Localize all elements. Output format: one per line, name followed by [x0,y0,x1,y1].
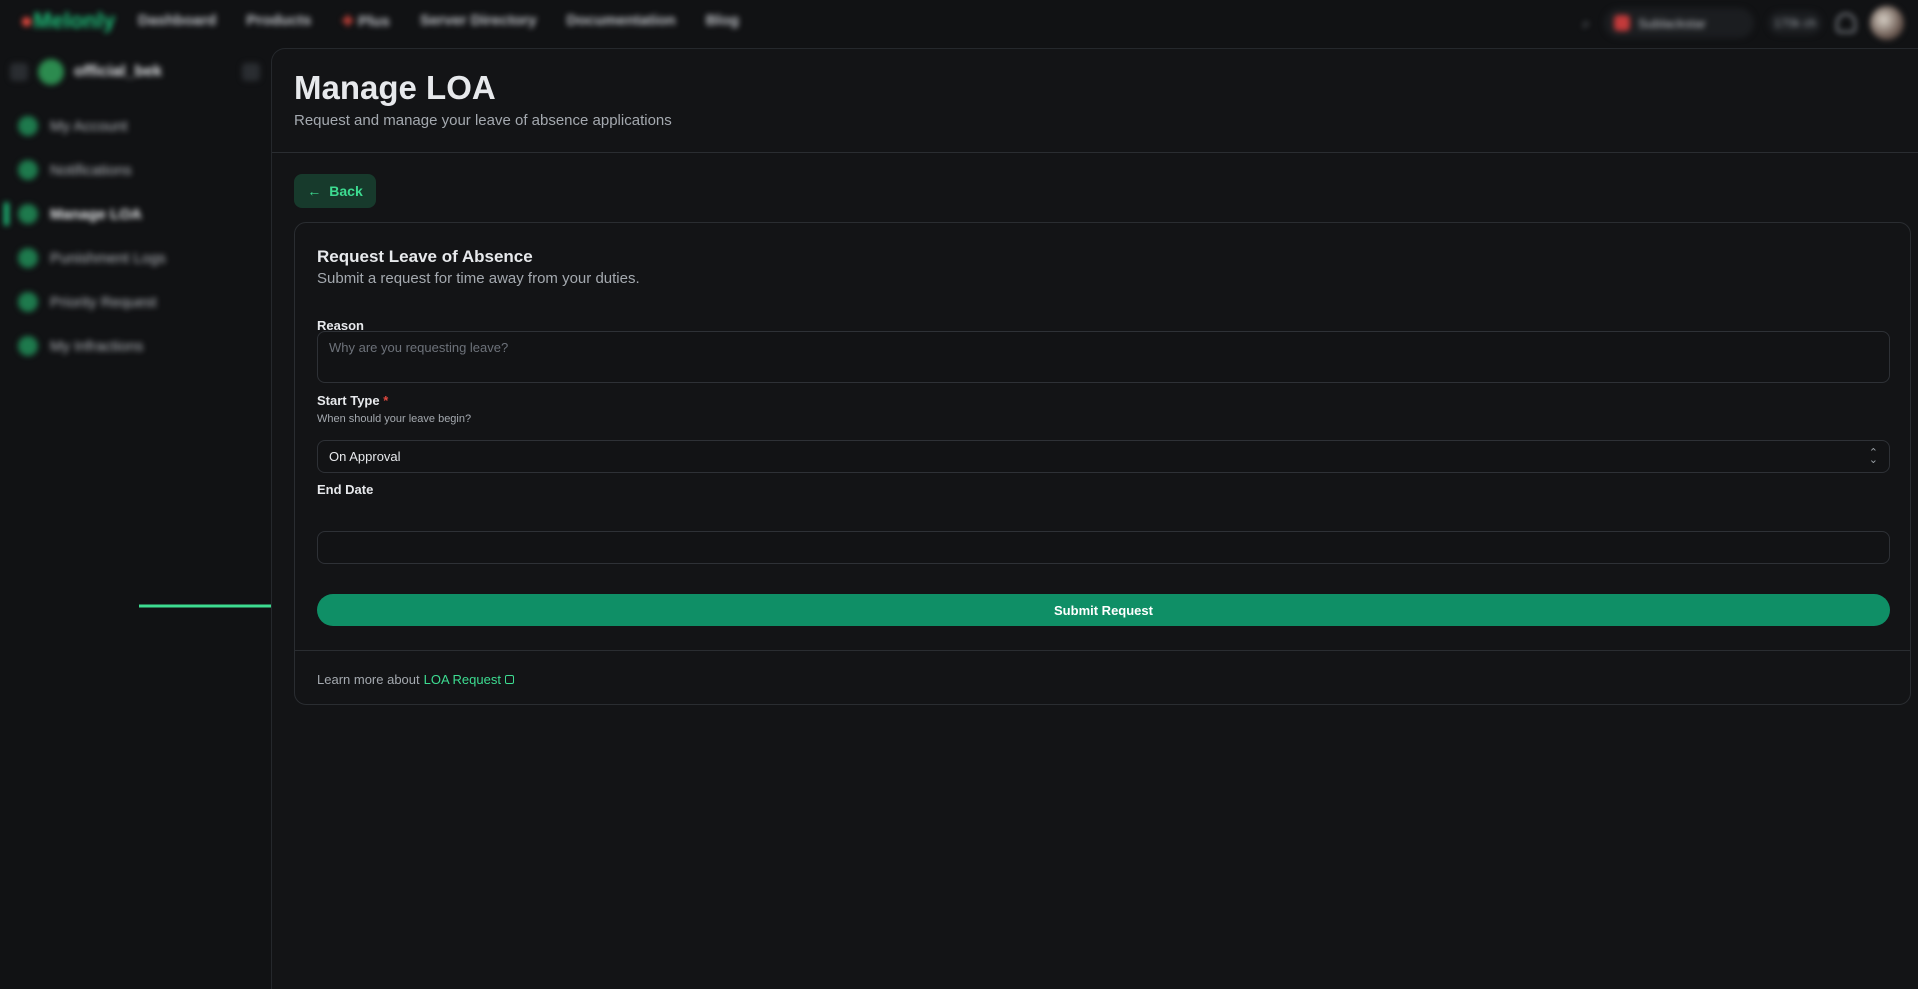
workspace-header[interactable]: official_bek [10,54,260,90]
loa-request-link[interactable]: LOA Request [424,672,514,687]
status-pill[interactable]: 170k ch [1768,11,1822,35]
nav-item-blog[interactable]: Blog [706,12,739,30]
start-type-select[interactable]: On Approval ⌃ ⌄ [317,440,1890,473]
start-type-label: Start Type * [317,393,389,408]
top-nav-items: Dashboard Products ✚ Plus Server Directo… [138,12,739,30]
sidebar-item-priority-request[interactable]: Priority Request [0,280,270,324]
warning-icon [18,336,38,356]
top-navigation: ●Melonly Dashboard Products ✚ Plus Serve… [0,0,1918,44]
brand-logo[interactable]: ●Melonly [20,8,115,34]
sidebar-toggle-icon[interactable] [10,63,28,81]
form-title: Request Leave of Absence [317,247,533,266]
top-right-controls: ⌕ Sublackstar 170k ch [1582,6,1904,40]
sidebar-item-notifications[interactable]: Notifications [0,148,270,192]
start-type-hint: When should your leave begin? [317,413,472,425]
loa-request-form: Request Leave of Absence Submit a reques… [294,222,1911,705]
sidebar-item-my-account[interactable]: My Account [0,104,270,148]
car-icon [18,292,38,312]
server-switcher[interactable]: Sublackstar [1604,8,1754,38]
back-button[interactable]: ← Back [294,174,376,208]
workspace-avatar [38,59,64,85]
external-link-icon [504,675,514,684]
avatar[interactable] [1870,6,1904,40]
workspace-name: official_bek [74,63,163,80]
page-subtitle: Request and manage your leave of absence… [294,112,672,129]
main-content: Manage LOA Request and manage your leave… [271,48,1918,989]
user-icon [18,116,38,136]
sidebar-item-my-infractions[interactable]: My Infractions [0,324,270,368]
sidebar: official_bek My Account Notifications Ma… [0,44,270,989]
search-icon[interactable]: ⌕ [1582,15,1590,32]
arrow-left-icon: ← [307,183,322,199]
page-title: Manage LOA [294,69,496,106]
start-type-value: On Approval [329,449,401,464]
sidebar-item-manage-loa[interactable]: Manage LOA [0,192,270,236]
bell-icon[interactable] [1836,13,1856,33]
nav-item-products[interactable]: Products [246,12,311,30]
submit-request-button[interactable]: Submit Request [317,594,1890,626]
nav-item-documentation[interactable]: Documentation [567,12,676,30]
nav-item-server-directory[interactable]: Server Directory [420,12,537,30]
page-header: Manage LOA Request and manage your leave… [272,49,1918,153]
end-date-label: End Date [317,482,374,497]
reason-textarea[interactable] [317,331,1890,383]
collapse-sidebar-icon[interactable] [242,63,260,81]
calendar-icon [18,204,38,224]
learn-more: Learn more about LOA Request [317,672,514,687]
sidebar-menu: My Account Notifications Manage LOA Puni… [0,104,270,368]
server-badge-icon [1614,15,1630,31]
nav-item-plus[interactable]: ✚ Plus [341,12,389,30]
nav-item-dashboard[interactable]: Dashboard [138,12,216,30]
divider [295,650,1910,651]
form-subtitle: Submit a request for time away from your… [317,270,640,287]
bell-icon [18,160,38,180]
end-date-input[interactable] [317,531,1890,564]
gavel-icon [18,248,38,268]
chevron-up-down-icon: ⌃ ⌄ [1868,446,1878,466]
required-mark: * [383,393,389,408]
sidebar-item-punishment-logs[interactable]: Punishment Logs [0,236,270,280]
